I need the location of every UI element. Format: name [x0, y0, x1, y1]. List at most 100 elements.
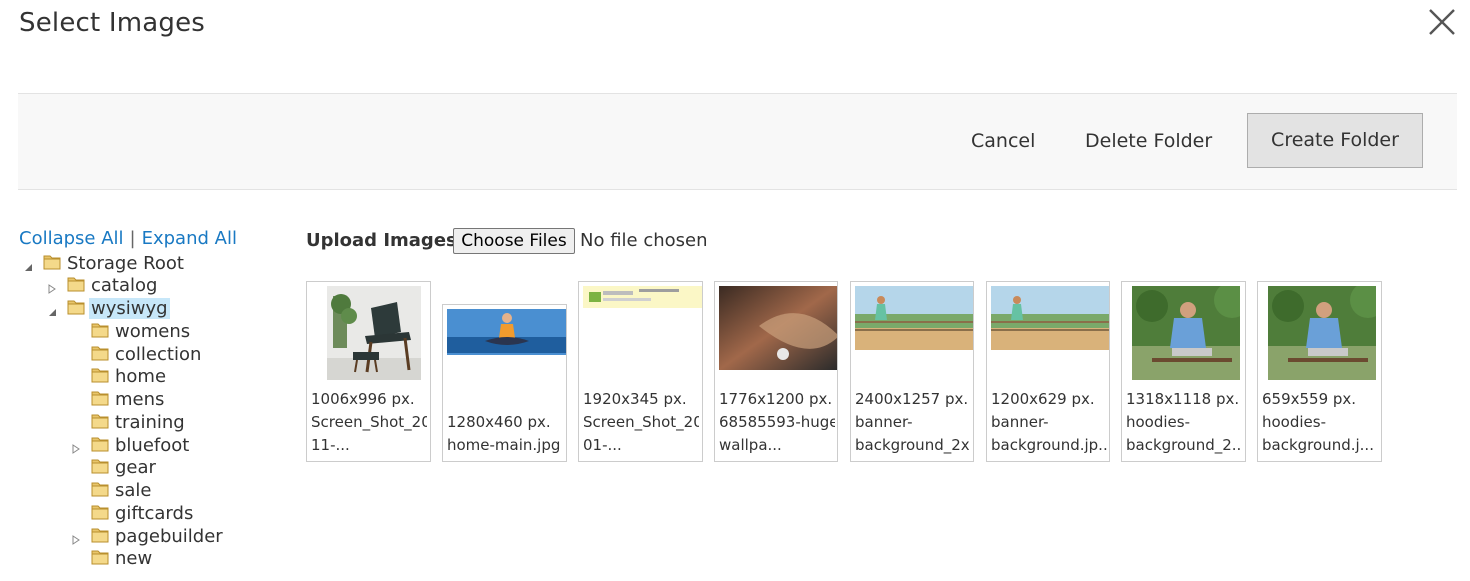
- folder-icon: [42, 251, 62, 276]
- image-thumbnail[interactable]: 1318x1118 px. hoodies-background_2...: [1121, 281, 1246, 462]
- collapse-all-link[interactable]: Collapse All: [19, 228, 124, 249]
- image-filename: background_2...: [1126, 436, 1242, 454]
- create-folder-button[interactable]: Create Folder: [1247, 113, 1423, 168]
- tree-node-label[interactable]: giftcards: [113, 503, 195, 524]
- tree-node-giftcards[interactable]: giftcards: [70, 502, 195, 524]
- folder-icon: [66, 273, 86, 298]
- tree-node-label[interactable]: womens: [113, 321, 192, 342]
- image-filename: Screen_Shot_201: [583, 413, 699, 431]
- tree-controls-separator: |: [129, 228, 136, 249]
- tree-node-label[interactable]: pagebuilder: [113, 526, 225, 547]
- image-thumbnail[interactable]: 2400x1257 px. banner-background_2x...: [850, 281, 974, 462]
- tree-node-label[interactable]: catalog: [89, 275, 159, 296]
- image-thumbnail[interactable]: 1280x460 px. home-main.jpg: [442, 304, 567, 462]
- tree-node-label[interactable]: sale: [113, 480, 153, 501]
- image-thumbnail[interactable]: 1200x629 px. banner-background.jp...: [986, 281, 1110, 462]
- tree-node-gear[interactable]: gear: [70, 456, 158, 478]
- expand-arrow-icon[interactable]: [46, 279, 58, 294]
- image-caption: 1200x629 px. banner-background.jp...: [991, 388, 1107, 457]
- tree-node-label[interactable]: gear: [113, 457, 158, 478]
- folder-icon: [90, 546, 110, 571]
- tree-node-sale[interactable]: sale: [70, 479, 153, 501]
- image-caption: 1920x345 px. Screen_Shot_201 01-...: [583, 388, 699, 457]
- image-filename: hoodies-: [1126, 413, 1191, 431]
- tree-node-label[interactable]: mens: [113, 389, 166, 410]
- delete-folder-button[interactable]: Delete Folder: [1085, 114, 1212, 169]
- close-icon[interactable]: [1426, 6, 1458, 38]
- image-preview: [327, 286, 421, 380]
- image-filename: Screen_Shot_201: [311, 413, 427, 431]
- tree-node-training[interactable]: training: [70, 411, 187, 433]
- tree-node-new[interactable]: new: [70, 547, 154, 569]
- folder-icon: [90, 387, 110, 412]
- tree-node-bluefoot[interactable]: bluefoot: [70, 434, 191, 456]
- image-thumbnail[interactable]: 1920x345 px. Screen_Shot_201 01-...: [578, 281, 703, 462]
- folder-icon: [90, 455, 110, 480]
- image-preview: [991, 286, 1109, 350]
- image-filename: banner-: [991, 413, 1049, 431]
- image-preview: [1268, 286, 1376, 380]
- image-preview: [447, 309, 566, 355]
- image-caption: 1006x996 px. Screen_Shot_201 11-...: [311, 388, 427, 457]
- expand-arrow-icon[interactable]: [70, 439, 82, 454]
- folder-icon: [90, 319, 110, 344]
- image-filename: background.jp...: [991, 436, 1107, 454]
- collapse-arrow-icon[interactable]: [22, 257, 34, 271]
- image-filename: background.j...: [1262, 436, 1374, 454]
- image-preview: [1132, 286, 1240, 380]
- tree-node-wysiwyg[interactable]: wysiwyg: [46, 297, 170, 319]
- upload-images-label: Upload Images: [306, 230, 457, 251]
- tree-node-pagebuilder[interactable]: pagebuilder: [70, 525, 225, 547]
- tree-node-womens[interactable]: womens: [70, 320, 192, 342]
- image-dimensions: 1318x1118 px.: [1126, 390, 1240, 408]
- image-preview: [855, 286, 973, 350]
- image-dimensions: 2400x1257 px.: [855, 390, 969, 408]
- tree-node-label[interactable]: home: [113, 366, 168, 387]
- image-thumbnail[interactable]: 659x559 px. hoodies-background.j...: [1257, 281, 1382, 462]
- image-preview: [583, 286, 702, 308]
- choose-files-button[interactable]: Choose Files: [453, 228, 575, 254]
- folder-icon: [66, 296, 86, 321]
- tree-node-label[interactable]: wysiwyg: [89, 297, 170, 319]
- folder-icon: [90, 501, 110, 526]
- tree-node-label[interactable]: collection: [113, 344, 203, 365]
- tree-node-label[interactable]: bluefoot: [113, 435, 191, 456]
- file-status-text: No file chosen: [580, 230, 708, 251]
- cancel-button[interactable]: Cancel: [971, 114, 1035, 169]
- tree-node-label[interactable]: training: [113, 412, 187, 433]
- tree-node-storage-root[interactable]: Storage Root: [22, 252, 186, 274]
- image-filename: background_2x...: [855, 436, 971, 454]
- image-filename: hoodies-: [1262, 413, 1327, 431]
- folder-icon: [90, 364, 110, 389]
- image-caption: 1280x460 px. home-main.jpg: [447, 411, 563, 457]
- expand-all-link[interactable]: Expand All: [142, 228, 237, 249]
- action-toolbar: Cancel Delete Folder Create Folder: [18, 93, 1457, 190]
- image-filename: wallpa...: [719, 436, 782, 454]
- image-dimensions: 1006x996 px.: [311, 390, 415, 408]
- tree-node-label[interactable]: Storage Root: [65, 253, 186, 274]
- image-caption: 2400x1257 px. banner-background_2x...: [855, 388, 971, 457]
- image-dimensions: 1280x460 px.: [447, 413, 551, 431]
- image-filename: 11-...: [311, 436, 350, 454]
- image-dimensions: 1200x629 px.: [991, 390, 1095, 408]
- expand-arrow-icon[interactable]: [70, 530, 82, 545]
- image-dimensions: 1920x345 px.: [583, 390, 687, 408]
- tree-node-home[interactable]: home: [70, 365, 168, 387]
- image-filename: 68585593-huge-: [719, 413, 835, 431]
- image-dimensions: 1776x1200 px.: [719, 390, 833, 408]
- image-thumbnail[interactable]: 1776x1200 px. 68585593-huge-wallpa...: [714, 281, 838, 462]
- tree-node-catalog[interactable]: catalog: [46, 274, 159, 296]
- image-caption: 1776x1200 px. 68585593-huge-wallpa...: [719, 388, 835, 457]
- folder-icon: [90, 478, 110, 503]
- image-caption: 1318x1118 px. hoodies-background_2...: [1126, 388, 1242, 457]
- image-filename: 01-...: [583, 436, 622, 454]
- tree-node-collection[interactable]: collection: [70, 343, 203, 365]
- tree-node-mens[interactable]: mens: [70, 388, 166, 410]
- image-dimensions: 659x559 px.: [1262, 390, 1357, 408]
- image-thumbnail[interactable]: 1006x996 px. Screen_Shot_201 11-...: [306, 281, 431, 462]
- image-preview: [719, 286, 837, 370]
- collapse-arrow-icon[interactable]: [46, 302, 58, 316]
- image-caption: 659x559 px. hoodies-background.j...: [1262, 388, 1378, 457]
- image-filename: banner-: [855, 413, 913, 431]
- tree-node-label[interactable]: new: [113, 548, 154, 569]
